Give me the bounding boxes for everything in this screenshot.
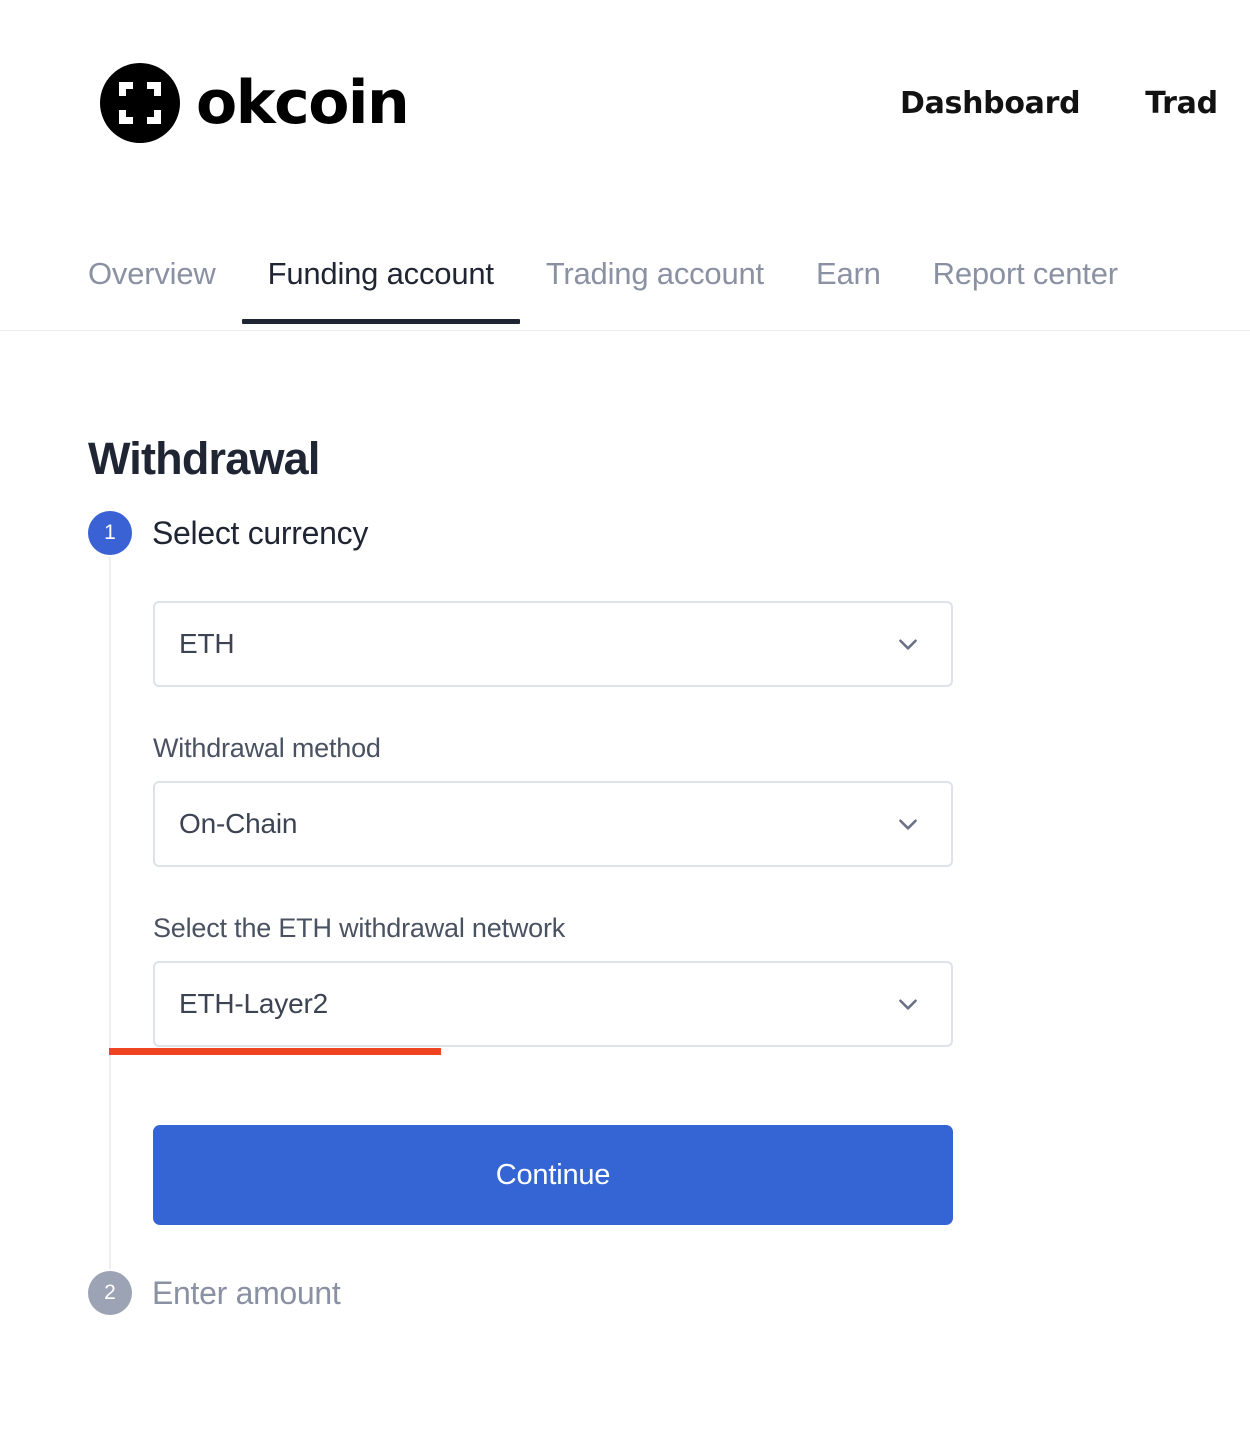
network-label: Select the ETH withdrawal network bbox=[153, 913, 566, 943]
chevron-down-icon bbox=[895, 991, 921, 1017]
account-tabbar: Overview Funding account Trading account… bbox=[0, 212, 1250, 331]
continue-button[interactable]: Continue bbox=[153, 1125, 953, 1225]
field-network: Select the ETH withdrawal network ETH-La… bbox=[109, 913, 1088, 1055]
withdrawal-method-label: Withdrawal method bbox=[153, 733, 381, 763]
tab-list: Overview Funding account Trading account… bbox=[88, 252, 1144, 324]
annotation-underline bbox=[109, 1048, 441, 1055]
okcoin-logo-icon bbox=[100, 63, 180, 143]
field-currency: ETH bbox=[153, 601, 1088, 687]
step-2-title: Enter amount bbox=[152, 1274, 341, 1311]
step-enter-amount: 2 Enter amount bbox=[88, 1269, 1088, 1317]
field-withdrawal-method: Withdrawal method On-Chain bbox=[153, 733, 1088, 867]
chevron-down-icon bbox=[895, 631, 921, 657]
brand-wordmark: okcoin bbox=[196, 68, 410, 138]
main-navigation: Dashboard Trad bbox=[900, 86, 1218, 121]
step-1-header: 1 Select currency bbox=[88, 509, 1088, 557]
step-2-badge: 2 bbox=[88, 1271, 132, 1315]
currency-select-value: ETH bbox=[179, 628, 235, 659]
chevron-down-icon bbox=[895, 811, 921, 837]
step-1-badge: 1 bbox=[88, 511, 132, 555]
tab-overview[interactable]: Overview bbox=[88, 252, 242, 296]
tab-trading-account[interactable]: Trading account bbox=[520, 252, 790, 296]
withdrawal-method-value: On-Chain bbox=[179, 808, 298, 839]
withdrawal-steps: 1 Select currency ETH Withdrawal method bbox=[88, 509, 1088, 1317]
tab-funding-account[interactable]: Funding account bbox=[241, 252, 521, 324]
nav-item-trade[interactable]: Trad bbox=[1145, 86, 1218, 121]
step-1-title: Select currency bbox=[152, 514, 369, 551]
tab-earn[interactable]: Earn bbox=[790, 252, 907, 296]
network-select[interactable]: ETH-Layer2 bbox=[153, 961, 953, 1047]
nav-item-dashboard[interactable]: Dashboard bbox=[900, 86, 1081, 121]
currency-select[interactable]: ETH bbox=[153, 601, 953, 687]
step-1-body: ETH Withdrawal method On-Chain Select th… bbox=[109, 557, 1088, 1269]
step-select-currency: 1 Select currency ETH Withdrawal method bbox=[88, 509, 1088, 1269]
network-select-value: ETH-Layer2 bbox=[179, 988, 328, 1019]
brand-logo[interactable]: okcoin bbox=[100, 63, 410, 143]
top-header: okcoin Dashboard Trad bbox=[0, 0, 1250, 212]
page-title: Withdrawal bbox=[88, 433, 320, 485]
step-2-header[interactable]: 2 Enter amount bbox=[88, 1269, 1088, 1317]
withdrawal-method-select[interactable]: On-Chain bbox=[153, 781, 953, 867]
tab-report-center[interactable]: Report center bbox=[907, 252, 1144, 296]
field-continue: Continue bbox=[153, 1125, 1088, 1225]
